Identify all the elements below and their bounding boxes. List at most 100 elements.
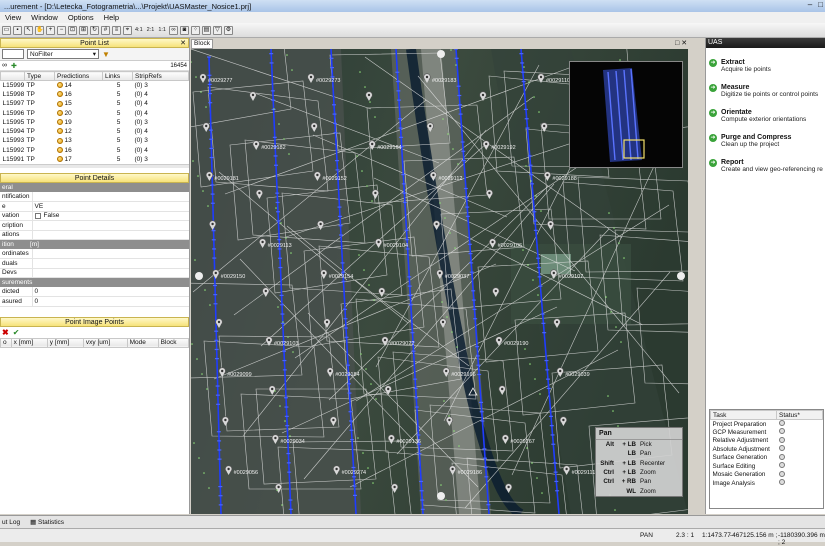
details-row[interactable]: asured 0 [0,296,189,307]
details-row[interactable]: dicted 0 [0,287,189,298]
measure-icon[interactable]: ⌖ [123,25,132,35]
workflow-step[interactable]: ➜ Measure Digitize tie points or control p… [706,84,825,98]
zoom-2-1-button[interactable]: 2:1 [146,27,156,33]
tab-output-log[interactable]: ut Log [2,519,20,526]
horizontal-scrollbar[interactable] [0,164,189,169]
observation-checkbox[interactable] [34,212,41,219]
table-row[interactable]: L15993 TP 13 5 (0) 3 [1,136,189,145]
zoom-box-icon[interactable]: ⊞ [79,25,88,35]
image-id-label: #0029136 [396,439,420,445]
image-points-column-header[interactable]: o [0,337,12,348]
table-row[interactable]: L15994 TP 12 5 (0) 4 [1,127,189,136]
points-icon[interactable]: ⁘ [190,25,200,35]
status-mode: PAN [640,532,653,539]
maximize-icon[interactable]: □ [818,0,823,9]
hand-icon[interactable]: ✋ [35,25,44,35]
prediction-status-icon [56,109,63,116]
details-row[interactable]: vation False [0,211,189,222]
image-points-column-header[interactable]: Block [157,337,190,348]
image-points-column-header[interactable]: vxy [um] [82,337,128,348]
binoculars-icon[interactable]: ∞ [2,62,7,69]
table-row[interactable]: L15995 TP 19 5 (0) 3 [1,118,189,127]
grid-icon[interactable]: # [101,25,110,35]
task-row[interactable]: Surface Generation [711,453,823,463]
overview-minimap[interactable] [569,61,683,168]
settings-icon[interactable]: ⚙ [223,25,233,35]
details-row[interactable]: Devs [0,268,189,279]
image-points-column-header[interactable]: x [mm] [10,337,48,348]
filter-combo[interactable]: NoFilter ▾ [27,49,99,59]
zoom-in-icon[interactable]: + [46,25,55,35]
check-icon[interactable]: ✔ [13,328,20,337]
table-row[interactable]: L15999 TP 14 5 (0) 3 [1,81,189,90]
control-point-dot [537,294,539,296]
filter-icon[interactable]: ▽ [212,25,222,35]
details-row[interactable]: duals [0,258,189,269]
workflow-step[interactable]: ➜ Orientate Compute exterior orientations [706,109,825,123]
tab-statistics[interactable]: ▦ Statistics [30,518,64,526]
pan-left-icon[interactable] [195,272,203,280]
menu-window[interactable]: Window [26,13,63,22]
details-row[interactable]: e VE [0,201,189,212]
image-id-label: #0029104 [384,243,408,249]
zoom-out-icon[interactable]: − [57,25,66,35]
control-point-dot [451,331,453,333]
select-icon[interactable]: ↖ [24,25,33,35]
image-id-label: #0029277 [208,78,232,84]
layers-icon[interactable]: ≡ [112,25,121,35]
menu-options[interactable]: Options [63,13,99,22]
pan-shortcuts-panel: Pan Alt + LB Pick LB Pan Shift + LB Recenter Ctr… [595,427,683,497]
close-view-icon[interactable]: ✕ [681,40,687,47]
control-point-dot [529,363,531,365]
pan-down-icon[interactable] [437,492,445,500]
task-row[interactable]: Absolute Adjustment [711,445,823,454]
table-row[interactable]: L15998 TP 16 5 (0) 4 [1,90,189,99]
add-point-icon[interactable]: ✚ [11,62,17,70]
rotate-icon[interactable]: ↻ [90,25,99,35]
camera-icon[interactable]: ◙ [179,25,189,35]
task-row[interactable]: Relative Adjustment [711,436,823,446]
table-row[interactable]: L15992 TP 16 5 (0) 4 [1,146,189,155]
funnel-icon[interactable]: ▼ [102,50,110,59]
details-section-header[interactable]: surements [0,278,189,288]
image-points-column-header[interactable]: y [mm] [46,337,84,348]
zoom-4-1-button[interactable]: 4:1 [134,27,144,33]
details-row[interactable]: ntification [0,192,189,203]
task-row[interactable]: Image Analysis [711,479,823,488]
pan-right-icon[interactable] [677,272,685,280]
menu-help[interactable]: Help [99,13,124,22]
task-row[interactable]: Mosaic Generation [711,470,823,480]
workflow-step[interactable]: ➜ Purge and Compress Clean up the project [706,134,825,148]
image-points-column-header[interactable]: Mode [126,337,159,348]
details-row[interactable]: cription [0,220,189,231]
close-icon[interactable]: ✕ [180,39,186,48]
workflow-step[interactable]: ➜ Report Create and view geo-referencing r… [706,159,825,173]
strip-icon[interactable]: ▤ [201,25,211,35]
control-point-dot [373,299,375,301]
control-point-dot [541,492,543,494]
details-row[interactable]: ations [0,230,189,241]
restore-icon[interactable]: □ [675,40,679,47]
zoom-1-1-button[interactable]: 1:1 [157,27,167,33]
link-icon[interactable]: ∞ [168,25,178,35]
details-row[interactable]: ordinates [0,249,189,260]
task-row[interactable]: Project Preparation [711,420,823,429]
pan-up-icon[interactable] [437,50,445,58]
type-combo[interactable] [2,49,24,59]
uas-header: UAS [706,38,825,48]
save-icon[interactable]: ▪ [13,25,22,35]
details-section-header[interactable]: eral [0,183,189,193]
workflow-step[interactable]: ➜ Extract Acquire tie points [706,59,825,73]
details-section-header[interactable]: ition [m] [0,240,189,250]
minimize-icon[interactable]: – [808,0,812,9]
task-row[interactable]: Surface Editing [711,462,823,471]
tab-block[interactable]: Block [191,39,213,49]
open-icon[interactable]: ▭ [2,25,11,35]
table-row[interactable]: L15997 TP 15 5 (0) 4 [1,99,189,108]
zoom-fit-icon[interactable]: ⊡ [68,25,77,35]
table-row[interactable]: L15991 TP 17 5 (0) 3 [1,155,189,164]
task-row[interactable]: GCP Measurement [711,428,823,437]
menu-view[interactable]: View [0,13,26,22]
delete-icon[interactable]: ✖ [2,328,9,337]
table-row[interactable]: L15996 TP 20 5 (0) 4 [1,108,189,117]
